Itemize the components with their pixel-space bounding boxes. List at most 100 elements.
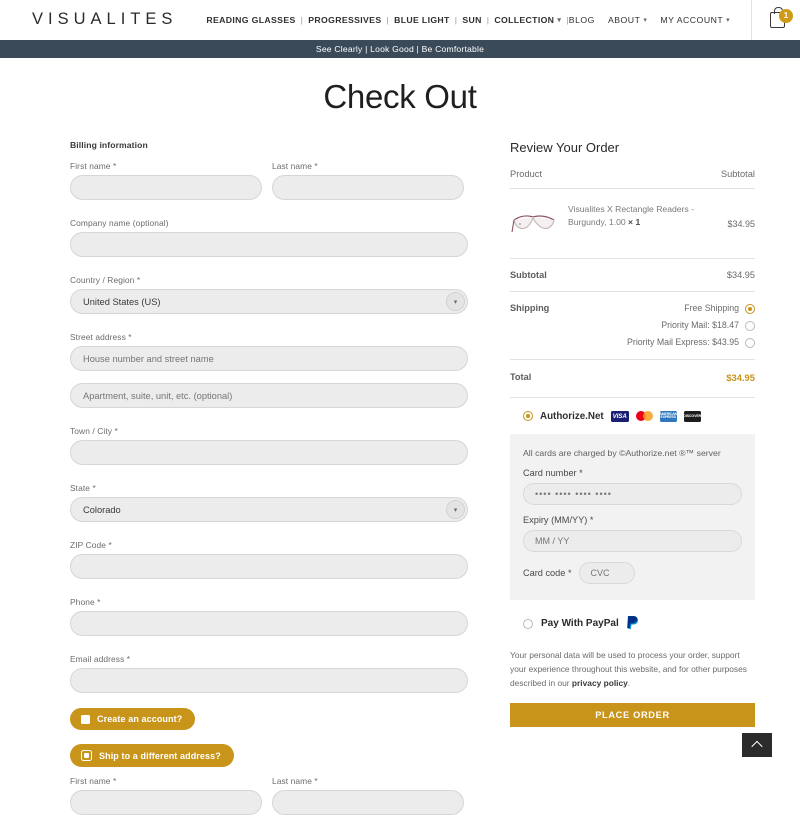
- total-row: Total $34.95: [510, 360, 755, 397]
- paypal-icon: [627, 616, 640, 631]
- phone-input[interactable]: [70, 611, 468, 636]
- state-label: State *: [70, 483, 468, 493]
- radio-icon[interactable]: [523, 619, 533, 629]
- zip-input[interactable]: [70, 554, 468, 579]
- country-select-wrap: United States (US) ▾: [70, 289, 468, 314]
- shipping-option-free[interactable]: Free Shipping: [627, 303, 755, 315]
- shipping-first-name-input[interactable]: [70, 790, 262, 815]
- street-address-2-field: [70, 383, 468, 408]
- place-order-button[interactable]: PLACE ORDER: [510, 703, 755, 727]
- shipping-options: Free Shipping Priority Mail: $18.47 Prio…: [627, 303, 755, 349]
- mastercard-icon: [636, 411, 653, 422]
- amex-icon: AMERICAN EXPRESS: [660, 411, 677, 422]
- nav-item-about-label: ABOUT: [608, 15, 640, 25]
- country-field: Country / Region * United States (US) ▾: [70, 275, 468, 314]
- checkbox-icon: [81, 715, 90, 724]
- last-name-input[interactable]: [272, 175, 464, 200]
- city-input[interactable]: [70, 440, 468, 465]
- country-select[interactable]: United States (US): [70, 289, 468, 314]
- nav-item-collection-label: COLLECTION: [494, 15, 554, 25]
- last-name-field: Last name *: [272, 161, 464, 200]
- brand-logo[interactable]: VISUALITES: [32, 10, 177, 29]
- shipping-option-free-label: Free Shipping: [684, 303, 739, 315]
- checkbox-checked-icon: [81, 750, 92, 761]
- ship-different-address-toggle[interactable]: Ship to a different address?: [70, 744, 234, 767]
- phone-field: Phone *: [70, 597, 468, 636]
- card-code-input[interactable]: [579, 562, 635, 584]
- privacy-notice: Your personal data will be used to proce…: [510, 631, 755, 691]
- nav-item-about[interactable]: ABOUT▾: [608, 15, 647, 25]
- cart-button[interactable]: 1: [751, 0, 800, 40]
- chevron-down-icon[interactable]: ▾: [446, 500, 465, 519]
- subtotal-label: Subtotal: [510, 270, 547, 280]
- radio-icon[interactable]: [745, 321, 755, 331]
- nav-item-collection[interactable]: COLLECTION▾: [489, 15, 566, 25]
- expiry-label: Expiry (MM/YY) *: [523, 515, 742, 525]
- nav-item-my-account[interactable]: MY ACCOUNT▾: [660, 15, 730, 25]
- nav-item-reading-glasses[interactable]: READING GLASSES: [201, 15, 300, 25]
- column-header-product: Product: [510, 169, 542, 179]
- payment-method-authorize-net[interactable]: Authorize.Net VISA AMERICAN EXPRESS DISC…: [510, 397, 755, 422]
- eyeglasses-icon: [511, 211, 557, 237]
- city-field: Town / City *: [70, 426, 468, 465]
- radio-selected-icon[interactable]: [745, 304, 755, 314]
- nav-item-blog[interactable]: BLOG: [569, 15, 595, 25]
- product-thumbnail: [510, 203, 558, 245]
- order-line-item: Visualites X Rectangle Readers - Burgund…: [510, 189, 755, 259]
- nav-item-sun[interactable]: SUN: [457, 15, 486, 25]
- create-account-toggle[interactable]: Create an account?: [70, 708, 195, 730]
- create-account-label: Create an account?: [97, 714, 182, 724]
- first-name-input[interactable]: [70, 175, 262, 200]
- scroll-to-top-button[interactable]: [742, 733, 772, 757]
- state-select[interactable]: Colorado: [70, 497, 468, 522]
- privacy-policy-link[interactable]: privacy policy: [572, 678, 628, 688]
- nav-item-progressives[interactable]: PROGRESSIVES: [303, 15, 386, 25]
- total-label: Total: [510, 372, 531, 382]
- review-order-title: Review Your Order: [510, 140, 755, 155]
- page-title: Check Out: [0, 78, 800, 116]
- spacer: [70, 767, 470, 776]
- expiry-input[interactable]: [523, 530, 742, 552]
- chevron-down-icon: ▾: [557, 16, 561, 24]
- email-label: Email address *: [70, 654, 468, 664]
- shipping-first-name-label: First name *: [70, 776, 262, 786]
- shipping-row: Shipping Free Shipping Priority Mail: $1…: [510, 292, 755, 360]
- total-value: $34.95: [726, 372, 755, 383]
- card-details-panel: All cards are charged by ©Authorize.net …: [510, 434, 755, 600]
- card-code-row: Card code *: [523, 562, 742, 584]
- subtotal-value: $34.95: [727, 270, 755, 280]
- shipping-last-name-input[interactable]: [272, 790, 464, 815]
- card-charge-note: All cards are charged by ©Authorize.net …: [523, 447, 742, 460]
- company-input[interactable]: [70, 232, 468, 257]
- nav-item-my-account-label: MY ACCOUNT: [660, 15, 723, 25]
- email-input[interactable]: [70, 668, 468, 693]
- state-select-wrap: Colorado ▾: [70, 497, 468, 522]
- ship-different-address-label: Ship to a different address?: [99, 751, 221, 761]
- main-navigation: READING GLASSES | PROGRESSIVES | BLUE LI…: [201, 15, 568, 25]
- chevron-down-icon[interactable]: ▾: [446, 292, 465, 311]
- zip-label: ZIP Code *: [70, 540, 468, 550]
- authorize-net-label: Authorize.Net: [540, 411, 604, 422]
- shipping-last-name-label: Last name *: [272, 776, 464, 786]
- order-review-panel: Review Your Order Product Subtotal Visua…: [510, 140, 755, 827]
- card-number-input[interactable]: [523, 483, 742, 505]
- street-address-field: Street address *: [70, 332, 468, 371]
- street-address-label: Street address *: [70, 332, 468, 342]
- shipping-option-priority-express[interactable]: Priority Mail Express: $43.95: [627, 337, 755, 349]
- chevron-up-icon: [751, 741, 762, 752]
- street-address-2-input[interactable]: [70, 383, 468, 408]
- site-header: VISUALITES READING GLASSES | PROGRESSIVE…: [0, 0, 800, 40]
- shipping-option-priority[interactable]: Priority Mail: $18.47: [627, 320, 755, 332]
- subtotal-row: Subtotal $34.95: [510, 259, 755, 292]
- payment-method-paypal[interactable]: Pay With PayPal: [510, 600, 755, 631]
- radio-selected-icon[interactable]: [523, 411, 533, 421]
- card-code-label: Card code *: [523, 568, 572, 578]
- product-quantity: × 1: [628, 217, 640, 227]
- street-address-input[interactable]: [70, 346, 468, 371]
- card-number-label: Card number *: [523, 468, 742, 478]
- nav-item-blue-light[interactable]: BLUE LIGHT: [389, 15, 455, 25]
- company-field: Company name (optional): [70, 218, 468, 257]
- product-name: Visualites X Rectangle Readers - Burgund…: [558, 203, 727, 229]
- billing-form: Billing information First name * Last na…: [70, 140, 470, 827]
- radio-icon[interactable]: [745, 338, 755, 348]
